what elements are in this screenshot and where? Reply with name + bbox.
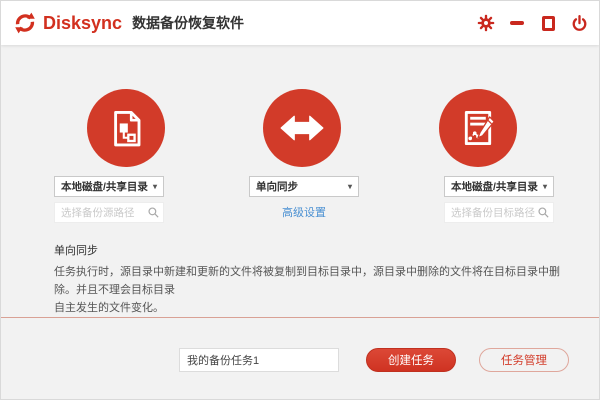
target-type-value: 本地磁盘/共享目录 (451, 181, 538, 193)
sync-mode-dropdown[interactable]: 单向同步 ▾ (249, 176, 359, 197)
sync-mode-value: 单向同步 (256, 181, 298, 193)
source-type-value: 本地磁盘/共享目录 (61, 181, 148, 193)
close-button[interactable] (569, 13, 589, 33)
sync-logo-icon (15, 12, 35, 34)
app-window: Disksync 数据备份恢复软件 本地磁盘/共享目录 ▾ 选择备份源路径 单向… (0, 0, 600, 400)
task-manager-button[interactable]: 任务管理 (479, 348, 569, 372)
caret-down-icon: ▾ (542, 181, 547, 191)
search-icon[interactable] (147, 206, 160, 219)
task-name-input[interactable] (179, 348, 339, 372)
gear-icon (477, 14, 495, 32)
window-controls (476, 13, 589, 33)
file-blocks-icon (114, 110, 141, 147)
source-illustration (87, 89, 165, 167)
minimize-icon (510, 21, 524, 25)
caret-down-icon: ▾ (347, 181, 352, 191)
target-path-field (444, 202, 554, 223)
caret-down-icon: ▾ (152, 181, 157, 191)
mode-description-title: 单向同步 (54, 245, 98, 257)
minimize-button[interactable] (507, 13, 527, 33)
power-icon (572, 14, 586, 31)
section-divider (1, 317, 599, 318)
source-path-field (54, 202, 164, 223)
description-line: 自主发生的文件变化。 (54, 302, 164, 314)
target-illustration (439, 89, 517, 167)
mode-description-text: 任务执行时，源目录中新建和更新的文件将被复制到目标目录中，源目录中删除的文件将在… (54, 263, 579, 317)
maximize-icon (541, 15, 555, 31)
titlebar: Disksync 数据备份恢复软件 (1, 1, 599, 45)
app-title: 数据备份恢复软件 (132, 15, 245, 31)
advanced-settings-link[interactable]: 高级设置 (249, 204, 359, 220)
document-pencil-icon (464, 110, 495, 146)
source-type-dropdown[interactable]: 本地磁盘/共享目录 ▾ (54, 176, 164, 197)
double-arrow-icon (280, 115, 324, 141)
target-type-dropdown[interactable]: 本地磁盘/共享目录 ▾ (444, 176, 554, 197)
create-task-button[interactable]: 创建任务 (366, 348, 456, 372)
settings-button[interactable] (476, 13, 496, 33)
search-icon[interactable] (537, 206, 550, 219)
brand-name: Disksync (43, 12, 123, 33)
sync-mode-illustration (263, 89, 341, 167)
maximize-button[interactable] (538, 13, 558, 33)
description-line: 任务执行时，源目录中新建和更新的文件将被复制到目标目录中，源目录中删除的文件将在… (54, 266, 560, 296)
